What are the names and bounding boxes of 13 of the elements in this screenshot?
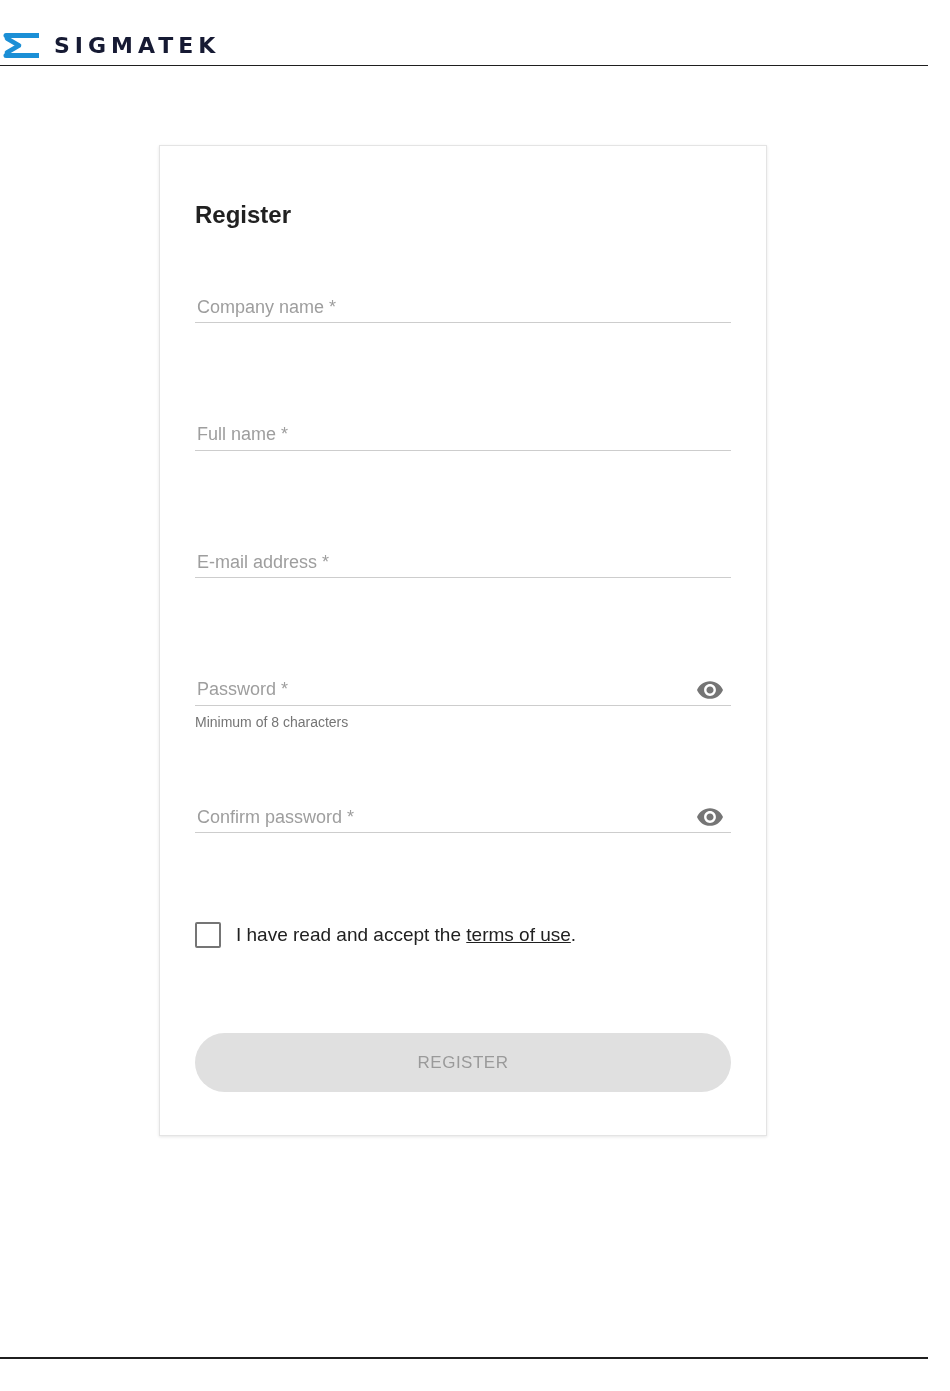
text-field[interactable]: E-mail address *	[195, 547, 731, 578]
checkbox[interactable]	[195, 922, 221, 948]
terms-link[interactable]: terms of use	[466, 924, 571, 945]
form-title: Register	[195, 200, 292, 230]
logo-wordmark: SIGMATEK	[54, 33, 221, 58]
text-field[interactable]: Full name *	[195, 419, 731, 451]
eye-icon[interactable]	[697, 808, 723, 826]
text-field[interactable]: Company name *	[195, 292, 731, 323]
eye-icon[interactable]	[697, 680, 723, 699]
consent-text: I have read and accept the terms of use.	[236, 923, 577, 947]
logo-mark-icon	[3, 33, 39, 58]
helper-text: Minimum of 8 characters	[195, 713, 349, 730]
password-field[interactable]: Confirm password *	[195, 802, 731, 833]
